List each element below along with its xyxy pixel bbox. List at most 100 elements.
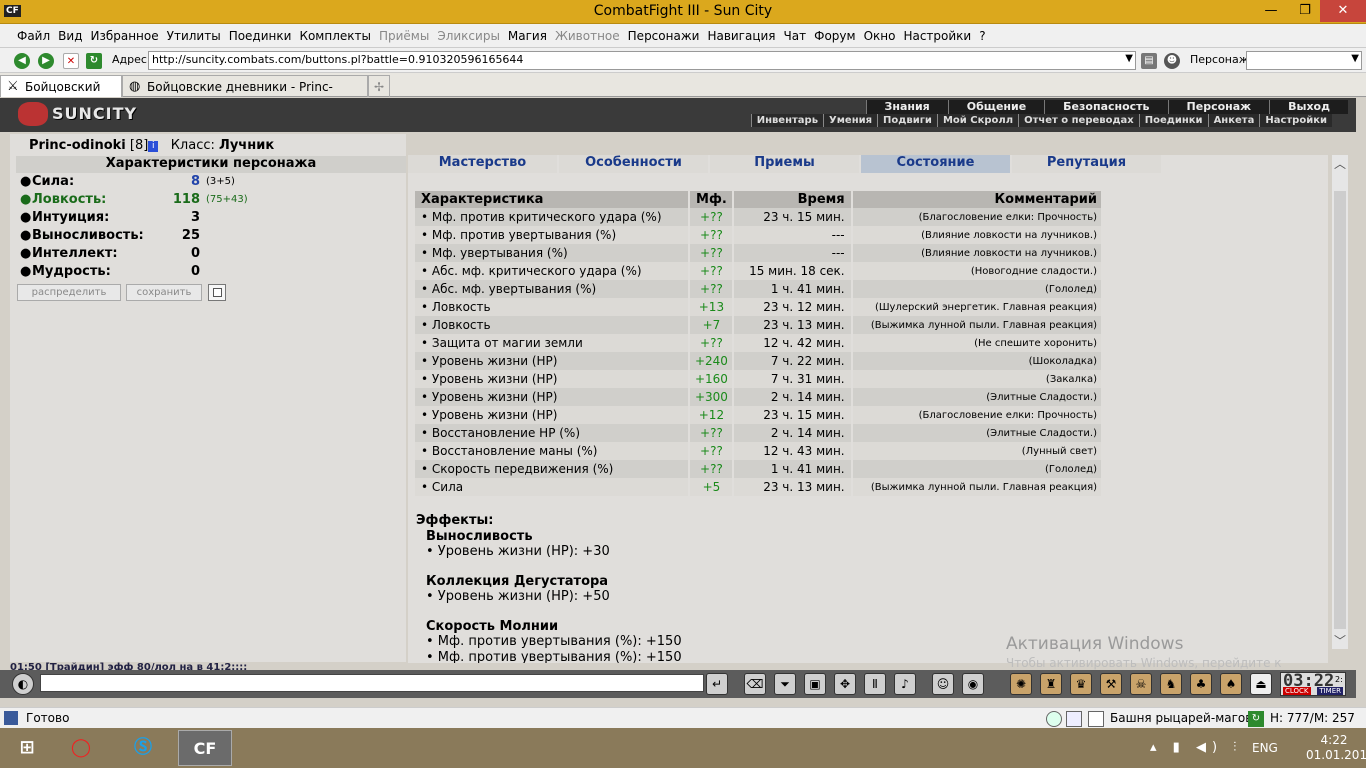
menu-item[interactable]: Комплекты	[295, 24, 375, 48]
stop-icon[interactable]: ✕	[63, 53, 79, 69]
grid-icon[interactable]	[1066, 711, 1082, 727]
close-button[interactable]: ✕	[1320, 0, 1366, 22]
smile-icon[interactable]: ☺	[932, 673, 954, 695]
chat-mode-icon[interactable]: ◐	[12, 673, 34, 695]
sub-nav-item[interactable]: Отчет о переводах	[1018, 114, 1139, 127]
menu-item[interactable]: ?	[975, 24, 989, 48]
enter-icon[interactable]: ↵	[706, 673, 728, 695]
character-name[interactable]: Princ-odinoki	[29, 138, 126, 153]
knight-icon[interactable]: ♞	[1160, 673, 1182, 695]
translit-icon[interactable]: Ⅱ	[864, 673, 886, 695]
menu-item[interactable]: Настройки	[899, 24, 975, 48]
sub-nav-item[interactable]: Анкета	[1207, 114, 1260, 127]
opera-icon[interactable]: ◯	[54, 730, 108, 766]
cell-characteristic: • Уровень жизни (HP)	[415, 388, 691, 406]
sub-nav-item[interactable]: Инвентарь	[750, 114, 823, 127]
start-icon[interactable]: ⊞	[0, 730, 54, 766]
minimize-button[interactable]: —	[1256, 0, 1286, 22]
eraser-icon[interactable]: ⌫	[744, 673, 766, 695]
map-icon[interactable]: ⚒	[1100, 673, 1122, 695]
sub-nav-item[interactable]: Настройки	[1259, 114, 1332, 127]
save-button[interactable]: сохранить	[126, 284, 202, 301]
sub-nav-item[interactable]: Поединки	[1138, 114, 1208, 127]
menu-item[interactable]: Форум	[810, 24, 859, 48]
scroll-down-icon[interactable]: ﹀	[1334, 632, 1346, 649]
save-log-icon[interactable]: ▣	[804, 673, 826, 695]
back-icon[interactable]: ◀	[14, 53, 30, 69]
doc-icon[interactable]	[1088, 711, 1104, 727]
section-tab[interactable]: Мастерство	[408, 155, 559, 173]
tray-icons[interactable]: ▴ ▮ ◀) ⫶	[1150, 740, 1242, 755]
fight-icon[interactable]: ✺	[1010, 673, 1032, 695]
chevron-down-icon[interactable]: ▼	[1351, 53, 1359, 64]
chat-input[interactable]	[40, 674, 704, 692]
menu-item[interactable]: Чат	[780, 24, 811, 48]
class-value: Лучник	[219, 138, 275, 153]
helmet-icon[interactable]: ◉	[962, 673, 984, 695]
cell-comment: (Закалка)	[851, 370, 1104, 388]
refresh-status-icon[interactable]: ↻	[1248, 711, 1264, 727]
top-nav-item[interactable]: Персонаж	[1167, 100, 1270, 114]
sub-nav-item[interactable]: Подвиги	[877, 114, 937, 127]
address-input[interactable]: http://suncity.combats.com/buttons.pl?ba…	[148, 51, 1136, 70]
skull-icon[interactable]: ☠	[1130, 673, 1152, 695]
table-row: • Уровень жизни (HP) +12 23 ч. 15 мин. (Бла…	[415, 406, 1104, 424]
menu-item[interactable]: Магия	[504, 24, 551, 48]
cell-mf: +??	[689, 334, 735, 352]
restore-button[interactable]: ❐	[1290, 0, 1320, 22]
clock-widget[interactable]: 03:22 2: CLOCK TIMER	[1280, 671, 1346, 696]
fighter-icon[interactable]: ✥	[834, 673, 856, 695]
section-tab[interactable]: Особенности	[559, 155, 710, 173]
top-nav-item[interactable]: Безопасность	[1044, 100, 1167, 114]
forward-icon[interactable]: ▶	[38, 53, 54, 69]
language-indicator[interactable]: ENG	[1252, 741, 1278, 755]
menu-item[interactable]: Поединки	[225, 24, 296, 48]
refresh-icon[interactable]: ↻	[86, 53, 102, 69]
cell-comment: (Гололед)	[851, 280, 1104, 298]
menu-item[interactable]: Персонажи	[624, 24, 704, 48]
table-row: • Уровень жизни (HP) +300 2 ч. 14 мин. (Эли…	[415, 388, 1104, 406]
menu-item[interactable]: Утилиты	[163, 24, 225, 48]
exit-icon[interactable]: ⏏	[1250, 673, 1272, 695]
sound-icon[interactable]: ♪	[894, 673, 916, 695]
sub-nav-item[interactable]: Умения	[823, 114, 877, 127]
section-tab[interactable]: Репутация	[1012, 155, 1163, 173]
tab-diaries[interactable]: ◍ Бойцовские дневники - Princ-odinoki...	[122, 75, 368, 116]
top-nav-item[interactable]: Знания	[865, 100, 948, 114]
person-select[interactable]: ▼	[1246, 51, 1362, 70]
effect-item: Скорость Молнии • Мф. против увертывания …	[426, 619, 1016, 663]
distribute-button[interactable]: распределить	[17, 284, 121, 301]
menu-item[interactable]: Избранное	[86, 24, 162, 48]
menu-item[interactable]: Файл	[13, 24, 54, 48]
scroll-up-icon[interactable]: ︿	[1334, 155, 1346, 172]
skype-icon[interactable]: Ⓢ	[116, 730, 170, 766]
chevron-down-icon[interactable]: ▼	[1125, 53, 1133, 64]
section-tab[interactable]: Состояние	[861, 155, 1012, 173]
top-nav-item[interactable]: Общение	[947, 100, 1044, 114]
checkbox[interactable]	[208, 284, 226, 301]
menu-item[interactable]: Вид	[54, 24, 86, 48]
cf-taskbar-button[interactable]: CF	[178, 730, 232, 766]
info-icon[interactable]: i	[148, 141, 159, 152]
menu-item[interactable]: Навигация	[703, 24, 779, 48]
new-tab-button[interactable]: ✢	[368, 75, 390, 97]
menu-item[interactable]: Эликсиры	[433, 24, 504, 48]
tab-fight-club[interactable]: ⚔ Бойцовский клуб	[0, 75, 122, 116]
taskbar-clock[interactable]: 4:22 01.01.2015	[1306, 733, 1366, 763]
section-tab[interactable]: Приемы	[710, 155, 861, 173]
scroll-thumb[interactable]	[1334, 191, 1346, 629]
lion-icon[interactable]: ♛	[1070, 673, 1092, 695]
menu-item[interactable]: Приёмы	[375, 24, 433, 48]
sub-nav-item[interactable]: Мой Скролл	[936, 114, 1018, 127]
go-icon[interactable]: ▤	[1141, 53, 1157, 69]
menu-item[interactable]: Окно	[860, 24, 900, 48]
friends-icon[interactable]: ♠	[1220, 673, 1242, 695]
top-nav-item[interactable]: Выход	[1269, 100, 1348, 114]
bag-icon[interactable]: ♜	[1040, 673, 1062, 695]
filter-icon[interactable]: ⏷	[774, 673, 796, 695]
group-icon[interactable]: ♣	[1190, 673, 1212, 695]
vertical-scrollbar[interactable]: ︿ ﹀	[1332, 155, 1348, 649]
clock-icon[interactable]	[1046, 711, 1062, 727]
people-icon[interactable]: ☻	[1164, 53, 1180, 69]
menu-item[interactable]: Животное	[551, 24, 624, 48]
